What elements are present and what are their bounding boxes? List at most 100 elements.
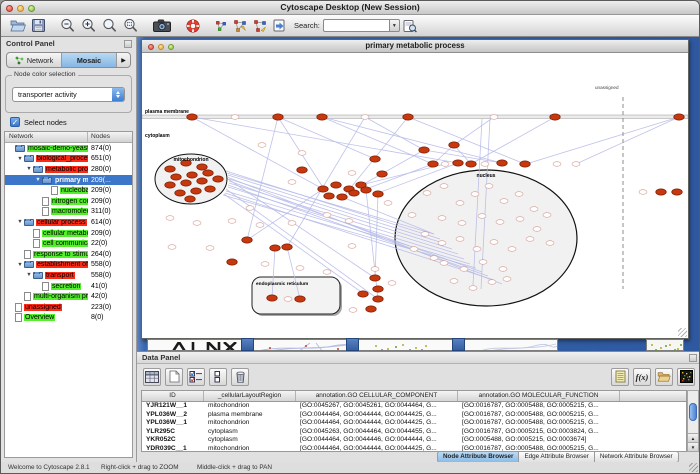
network-node-red[interactable] [227, 259, 237, 265]
network-node-white[interactable] [458, 221, 466, 226]
network-node-white[interactable] [481, 162, 489, 167]
network-node-white[interactable] [168, 245, 176, 250]
attribute-table-icon[interactable] [143, 368, 161, 386]
network-node-white[interactable] [408, 213, 416, 218]
network-node-red[interactable] [453, 160, 463, 166]
tree-row[interactable]: nitrogen compo209(0) [5, 196, 132, 207]
control-panel-float-icon[interactable] [124, 40, 132, 48]
network-node-red[interactable] [403, 114, 413, 120]
network-node-white[interactable] [488, 280, 496, 285]
col-layout-region[interactable]: _cellularLayoutRegion [204, 391, 296, 401]
network-node-red[interactable] [370, 275, 380, 281]
expand-arrow-icon[interactable]: ▼ [25, 272, 33, 278]
tab-network[interactable]: Network [7, 53, 62, 67]
network-node-white[interactable] [349, 308, 357, 313]
network-node-white[interactable] [231, 115, 239, 120]
network-node-red[interactable] [191, 188, 201, 194]
network-node-red[interactable] [656, 189, 666, 195]
tree-row[interactable]: ▼primary metabo209(... [5, 175, 132, 186]
network-node-red[interactable] [337, 194, 347, 200]
import-network-icon[interactable] [270, 16, 288, 36]
network-node-red[interactable] [672, 189, 682, 195]
network-node-red[interactable] [282, 244, 292, 250]
minimize-button[interactable] [17, 5, 24, 12]
network-node-red[interactable] [428, 161, 438, 167]
network-node-white[interactable] [410, 247, 418, 252]
scroll-up-button[interactable]: ▲ [688, 433, 698, 442]
delete-attribute-icon[interactable] [231, 368, 249, 386]
tree-row[interactable]: secretion41(0) [5, 281, 132, 292]
network-node-white[interactable] [388, 281, 396, 286]
table-row[interactable]: YLR295Ccytoplasm[GO:0045263, GO:0044464,… [142, 428, 686, 437]
network-node-white[interactable] [438, 241, 446, 246]
network-node-white[interactable] [572, 162, 580, 167]
network-node-white[interactable] [533, 227, 541, 232]
network-node-white[interactable] [553, 162, 561, 167]
network-node-red[interactable] [466, 161, 476, 167]
network-node-red[interactable] [331, 182, 341, 188]
network-node-white[interactable] [456, 201, 464, 206]
network-node-white[interactable] [438, 216, 446, 221]
network-node-white[interactable] [450, 279, 458, 284]
network-node-white[interactable] [284, 297, 292, 302]
tree-row[interactable]: Overview8(0) [5, 313, 132, 324]
tree-row[interactable]: mosaic-demo-yeast874(0) [5, 143, 132, 154]
network-node-red[interactable] [358, 291, 368, 297]
network-node-red[interactable] [349, 190, 359, 196]
network-node-white[interactable] [348, 171, 356, 176]
scrollbar-thumb[interactable] [689, 403, 697, 421]
network-node-red[interactable] [373, 296, 383, 302]
table-row[interactable]: YPL036W__1mitochondrion[GO:0044464, GO:0… [142, 419, 686, 428]
import-list-icon[interactable] [611, 368, 629, 386]
network-node-red[interactable] [165, 166, 175, 172]
zoom-selected-icon[interactable] [120, 16, 141, 36]
tree-row[interactable]: ▼transport558(0) [5, 270, 132, 281]
open-session-icon[interactable] [7, 16, 29, 36]
network-node-white[interactable] [440, 184, 448, 189]
table-row[interactable]: YKR052Ccytoplasm[GO:0044464, GO:0044446,… [142, 436, 686, 445]
network-node-red[interactable] [377, 171, 387, 177]
network-node-white[interactable] [323, 270, 331, 275]
background-window-edge[interactable] [452, 338, 465, 351]
tree-row[interactable]: nucleobase-209(0) [5, 185, 132, 196]
network-node-white[interactable] [490, 240, 498, 245]
tree-row[interactable]: cell communicat22(0) [5, 238, 132, 249]
network-node-red[interactable] [520, 161, 530, 167]
network-node-red[interactable] [317, 114, 327, 120]
background-window-thumbnail[interactable] [646, 339, 684, 351]
network-node-white[interactable] [530, 207, 538, 212]
network-node-white[interactable] [261, 262, 269, 267]
network-node-red[interactable] [295, 296, 305, 302]
tabs-overflow-arrow[interactable]: ▶ [117, 53, 130, 67]
tree-row[interactable]: ▼biological_process651(0) [5, 154, 132, 165]
network-node-white[interactable] [228, 219, 236, 224]
network-node-red[interactable] [197, 164, 207, 170]
network-node-white[interactable] [469, 286, 477, 291]
frame-zoom-button[interactable] [168, 44, 174, 50]
network-node-red[interactable] [242, 237, 252, 243]
network-canvas[interactable]: plasma membranecytoplasmmitochondrionnuc… [142, 53, 688, 338]
network-node-white[interactable] [508, 247, 516, 252]
tree-row[interactable]: cellular metabo209(0) [5, 228, 132, 239]
network-node-white[interactable] [456, 237, 464, 242]
layout-icon[interactable] [230, 16, 250, 36]
network-node-red[interactable] [318, 186, 328, 192]
select-nodes-checkbox[interactable]: ✓ [10, 117, 20, 127]
frame-minimize-button[interactable] [158, 44, 164, 50]
network-node-white[interactable] [193, 221, 201, 226]
network-node-red[interactable] [273, 114, 283, 120]
frame-close-button[interactable] [148, 44, 154, 50]
network-node-white[interactable] [430, 256, 438, 261]
network-node-red[interactable] [187, 172, 197, 178]
network-node-red[interactable] [674, 114, 684, 120]
network-node-white[interactable] [258, 143, 266, 148]
network-node-white[interactable] [441, 162, 449, 167]
unselect-attributes-icon[interactable] [209, 368, 227, 386]
scroll-down-button[interactable]: ▼ [688, 442, 698, 451]
network-node-red[interactable] [213, 176, 223, 182]
tree-row[interactable]: macromolecule311(0) [5, 207, 132, 218]
network-node-red[interactable] [373, 286, 383, 292]
tree-row[interactable]: ▼metabolic process280(0) [5, 164, 132, 175]
network-node-white[interactable] [515, 192, 523, 197]
col-molecular-function[interactable]: annotation.GO MOLECULAR_FUNCTION [458, 391, 620, 401]
